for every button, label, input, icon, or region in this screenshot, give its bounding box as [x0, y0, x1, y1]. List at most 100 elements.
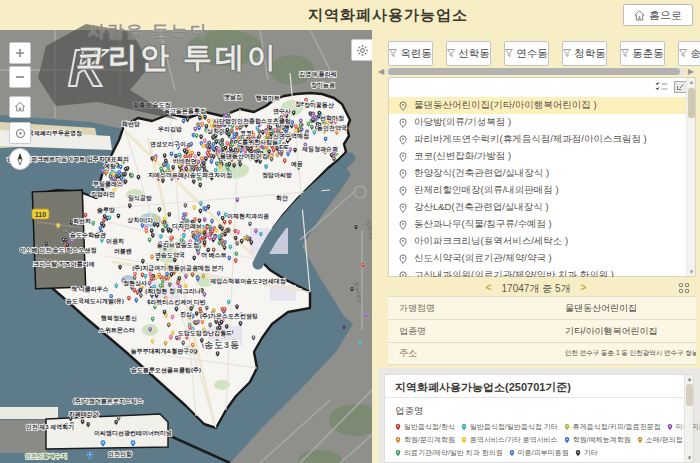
page-title: 지역화폐사용가능업소 [38, 0, 700, 30]
list-item[interactable]: 코코(신변잡화/가방점 ) [389, 148, 688, 165]
location-button[interactable] [9, 122, 31, 144]
svg-text:상차이: 상차이 [206, 128, 225, 135]
list-item[interactable]: 고신내과의원(의료기관/제약/일반 치과 한의원 ) [389, 267, 688, 277]
district-tab-6[interactable]: 송도동 [678, 41, 700, 66]
list-item[interactable]: 동산과나무(직물/침구류/수예점 ) [389, 216, 688, 233]
svg-text:장미꽃동산: 장미꽃동산 [304, 102, 334, 109]
tabs-scrollbar[interactable]: ◀ ▶ [378, 67, 694, 76]
svg-text:화안: 화안 [276, 195, 288, 202]
legend-item: 일반음식점/일반음식점 기타 [461, 422, 558, 432]
svg-text:올리브영송도점: 올리브영송도점 [157, 242, 199, 249]
list-toolbar [655, 81, 687, 93]
svg-text:연성오리구이: 연성오리구이 [150, 141, 186, 148]
svg-text:정담아씨방: 정담아씨방 [262, 172, 292, 179]
district-tab-3[interactable]: 연수동 [504, 41, 549, 66]
svg-text:코코: 코코 [240, 130, 252, 136]
legend-item: 미용/피부미용원 [509, 448, 569, 458]
district-tab-1[interactable]: 옥련동 [388, 41, 433, 66]
list-item[interactable]: 물댄동산어린이집(기타/아이행복어린이집 ) [389, 97, 688, 114]
map[interactable]: 비류대로청능대로110옛날집행복마트함흥관 송도점장터김영애 플라워장미농원장미… [0, 30, 372, 463]
legend-item: 학원/문리계학원 [395, 435, 455, 445]
zoom-in-button[interactable] [9, 42, 31, 64]
legend-item: 소매/편의점 [637, 435, 683, 445]
svg-text:(주)디엠더블유로지스틱스: (주)디엠더블유로지스틱스 [73, 398, 143, 405]
sort-list-icon[interactable] [655, 81, 668, 93]
svg-text:인천 제3 제역화기: 인천 제3 제역화기 [26, 424, 75, 431]
svg-text:장미농원: 장미농원 [311, 82, 335, 89]
scroll-left-arrow[interactable]: ◀ [378, 67, 384, 76]
legend-subtitle: 업종명 [385, 398, 693, 422]
district-tab-2[interactable]: 선학동 [446, 41, 491, 66]
svg-text:110: 110 [35, 211, 46, 218]
map-canvas: 비류대로청능대로110옛날집행복마트함흥관 송도점장터김영애 플라워장미농원장미… [0, 30, 372, 463]
detail-table: 가맹점명물댄동산어린이집업종명기타/아이행복어린이집주소인천 연수구 동춘 1 … [388, 296, 696, 365]
svg-text:제일청과슈퍼: 제일청과슈퍼 [301, 146, 338, 153]
results-list: 물댄동산어린이집(기타/아이행복어린이집 )아당방(의류/기성복점 )파리바게뜨… [388, 77, 696, 277]
compass-button[interactable] [9, 148, 31, 170]
legend-item: 학원/예체능계학원 [564, 435, 631, 445]
map-settings-button[interactable] [351, 39, 372, 61]
svg-text:채선당: 채선당 [121, 121, 140, 128]
legend-title: 지역화폐사용가능업소(250701기준) [385, 375, 693, 398]
scroll-right-arrow[interactable]: ▶ [688, 67, 694, 76]
svg-text:동인천약국: 동인천약국 [317, 125, 347, 132]
svg-text:옛날집: 옛날집 [224, 94, 242, 101]
svg-text:(주)가온스포츠컨설팅: (주)가온스포츠컨설팅 [200, 313, 258, 320]
map-home-button[interactable] [9, 96, 31, 118]
list-item[interactable]: 한양장식(건축관련업/실내장식 ) [389, 165, 688, 182]
svg-text:더 베스트: 더 베스트 [201, 252, 227, 259]
list-item[interactable]: 강산L&D(건축관련업/실내장식 ) [389, 199, 688, 216]
svg-text:디자인레브: 디자인레브 [172, 223, 202, 230]
svg-text:솔루땅: 솔루땅 [97, 207, 115, 214]
app: 지역화폐사용가능업소 홈으로 비류대로청능대로110옛날집행복마트함흥관 송도점… [0, 0, 700, 463]
list-item[interactable]: 아이파크크리닝(용역서비스/세탁소 ) [389, 233, 688, 250]
svg-text:행복마트: 행복마트 [256, 95, 280, 102]
svg-text:우리김밥: 우리김밥 [158, 126, 182, 133]
svg-text:예랑: 예랑 [104, 163, 116, 170]
svg-text:이재현치과의원: 이재현치과의원 [227, 213, 269, 220]
svg-text:(최)정현 참 에그리나: (최)정현 참 에그리나 [145, 288, 200, 295]
list-scrollbar[interactable]: ▲ ▼ [686, 78, 695, 276]
legend-scrollbar[interactable]: ▲ ▼ [684, 375, 693, 462]
svg-text:직업라인: 직업라인 [91, 191, 115, 198]
svg-text:이씨엠디선광컨테이너터미널: 이씨엠디선광컨테이너터미널 [94, 430, 172, 437]
legend-item: 휴게음식점/커피/음료전문점 [564, 422, 661, 432]
list-item[interactable]: 란제리할인매장(의류/내의판매점 ) [389, 182, 688, 199]
grid-view-icon[interactable] [678, 282, 690, 294]
svg-text:송도3동: 송도3동 [204, 340, 240, 350]
next-page-button[interactable]: > [580, 282, 586, 296]
svg-text:전국제페리부두운영점: 전국제페리부두운영점 [22, 130, 82, 137]
svg-text:최선희: 최선희 [73, 218, 91, 225]
svg-text:러블랜: 러블랜 [114, 248, 132, 255]
legend-item: 용역서비스/기타 용역서비스 [461, 435, 558, 445]
svg-text:상차이(1): 상차이(1) [126, 217, 152, 224]
legend-item: 의료기관/제약/일반 치과 한의원 [395, 448, 503, 458]
home-button[interactable]: 홈으로 [623, 4, 693, 26]
district-tab-5[interactable]: 동춘동 [620, 41, 665, 66]
svg-text:카페테리아: 카페테리아 [69, 411, 99, 418]
svg-text:송도국제도시개발(유): 송도국제도시개발(유) [66, 298, 124, 305]
home-icon [634, 10, 645, 21]
legend-item: 일반음식점/한식 [395, 422, 455, 432]
district-tab-4[interactable]: 청학동 [562, 41, 607, 66]
svg-text:스위트몬스터: 스위트몬스터 [99, 327, 135, 334]
svg-text:라뷰티스킨케어 디빈: 라뷰티스킨케어 디빈 [150, 299, 206, 306]
district-tabs: 옥련동 선학동 연수동 청학동 동춘동 송도동 [388, 41, 700, 66]
svg-text:정현상사: 정현상사 [123, 280, 147, 287]
svg-text:선학마정: 선학마정 [320, 115, 344, 122]
list-item[interactable]: 파리바게뜨연수럭키(휴게음식점/제과점/아이스크림점 ) [389, 131, 688, 148]
list-item[interactable]: 신도시약국(의료기관/제약/약국 ) [389, 250, 688, 267]
svg-text:김영애 플라워: 김영애 플라워 [299, 71, 337, 78]
prev-page-button[interactable]: < [486, 282, 492, 296]
svg-text:인천신항: 인천신항 [108, 451, 132, 458]
svg-text:신연수역매점: 신연수역매점 [273, 133, 309, 140]
business-list: 물댄동산어린이집(기타/아이행복어린이집 )아당방(의류/기성복점 )파리바게뜨… [389, 97, 688, 277]
svg-text:물댄동산어린이집: 물댄동산어린이집 [220, 153, 268, 160]
list-item[interactable]: 아당방(의류/기성복점 ) [389, 114, 688, 131]
svg-text:PC를위한사람들: PC를위한사람들 [234, 139, 278, 146]
svg-text:EIE: EIE [279, 144, 289, 150]
svg-text:바비런던: 바비런던 [173, 158, 197, 165]
zoom-out-button[interactable] [9, 66, 31, 88]
svg-text:잭 니클라우스: 잭 니클라우스 [70, 286, 109, 293]
detail-row: 가맹점명물댄동산어린이집 [388, 296, 696, 319]
